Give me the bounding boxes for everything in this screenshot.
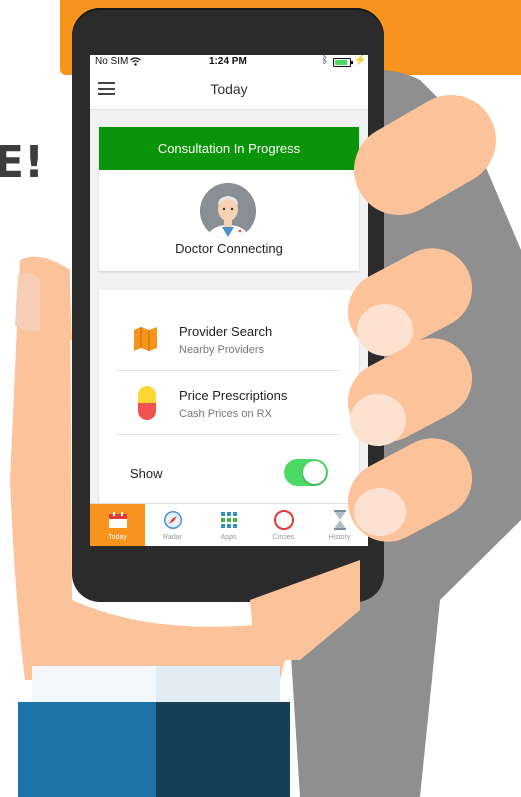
fingers-illustration (18, 95, 496, 797)
